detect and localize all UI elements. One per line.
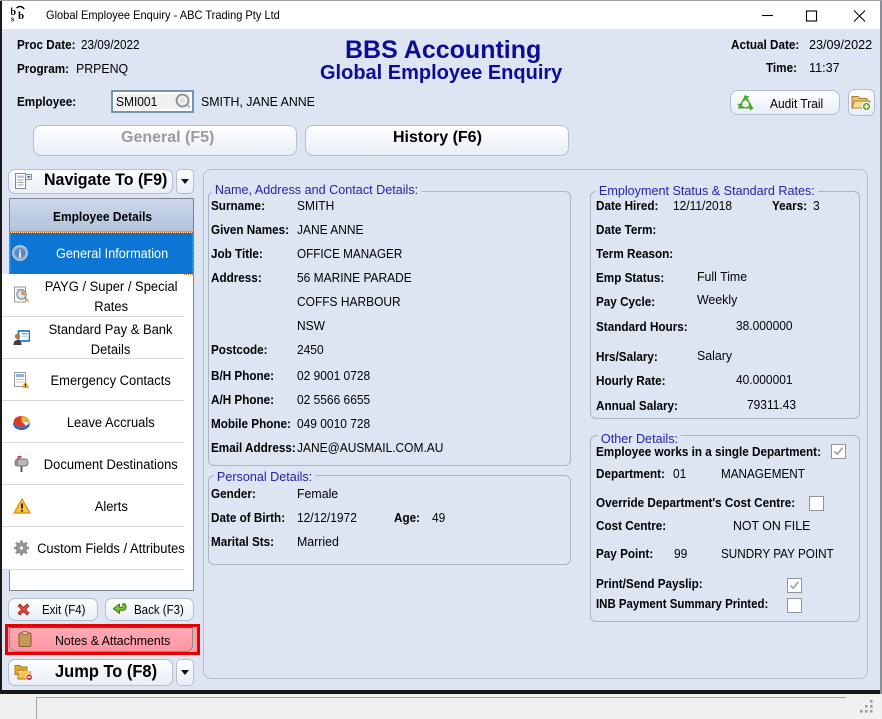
svg-text:s: s [11, 15, 14, 23]
svg-text:b: b [18, 10, 24, 22]
